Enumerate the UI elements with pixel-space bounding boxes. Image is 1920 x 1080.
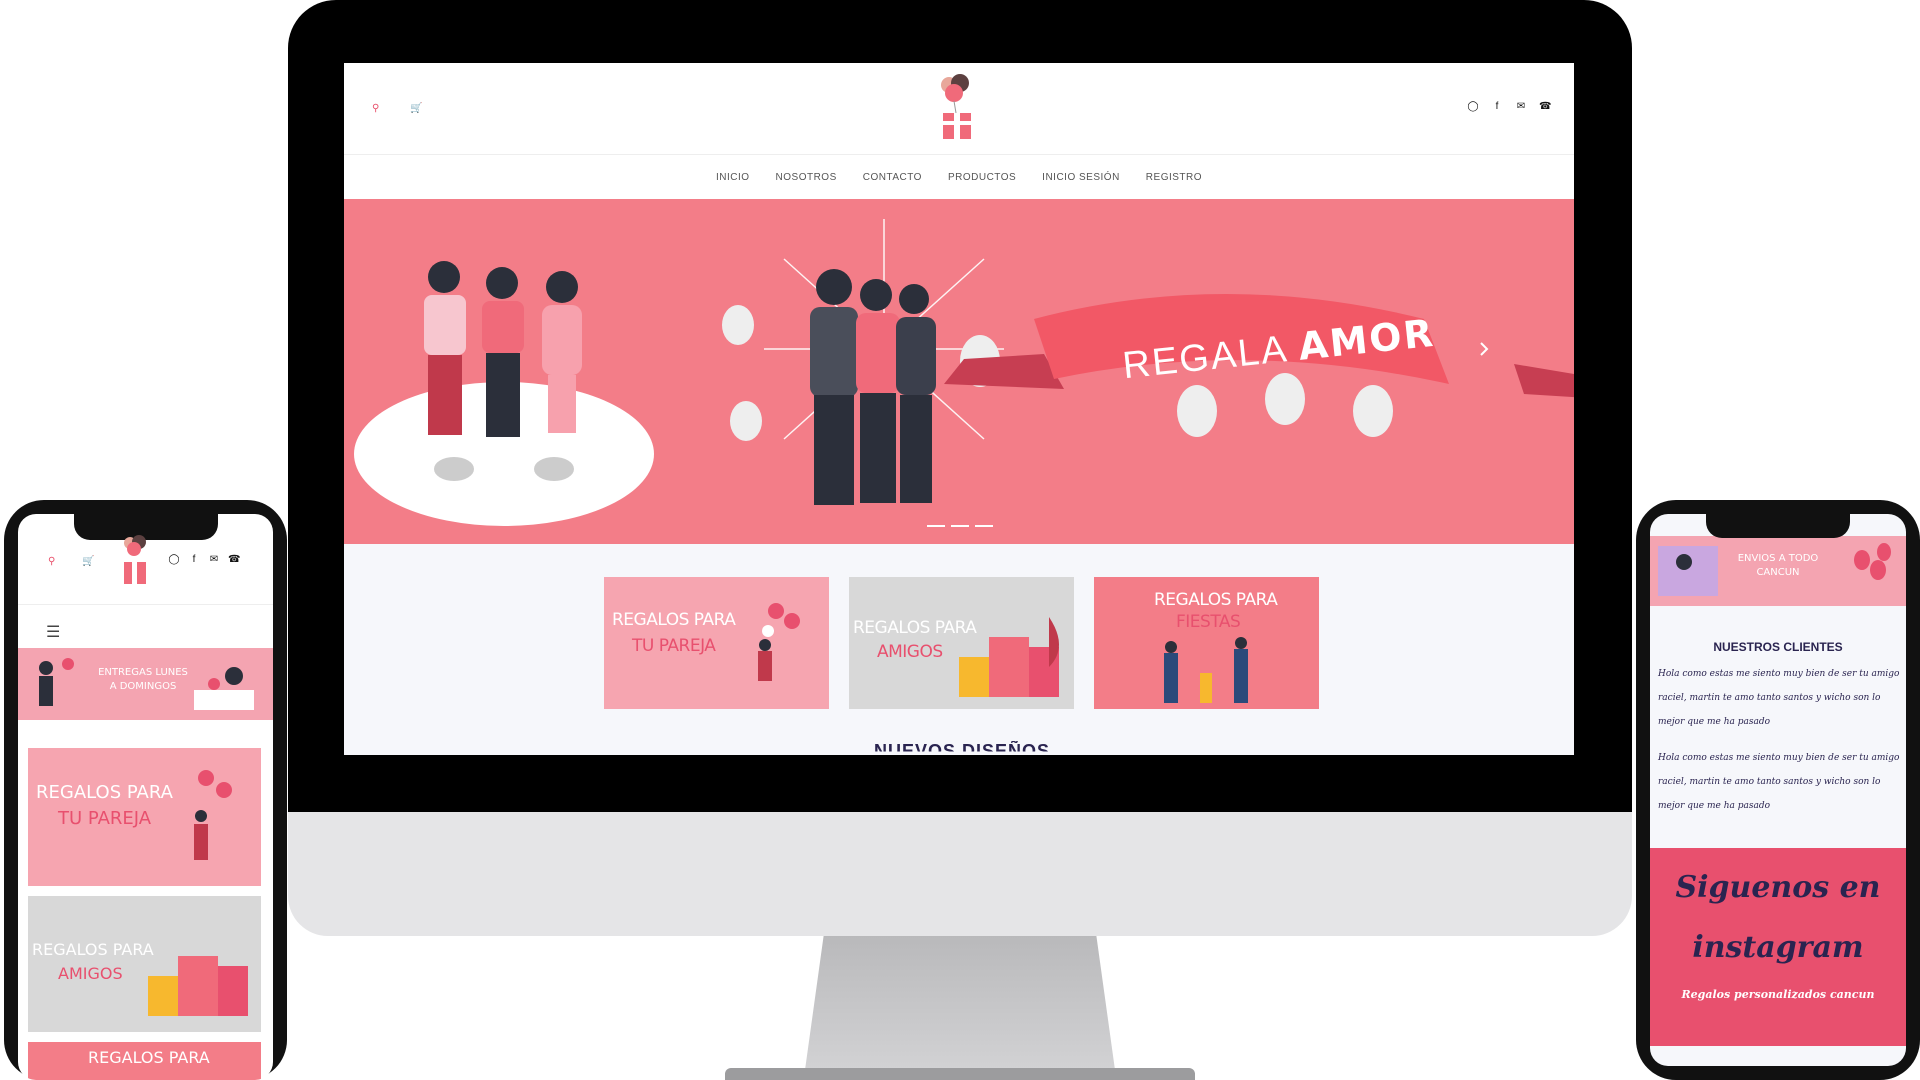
section-title-partial: NUEVOS DISEÑOS [874,741,1051,755]
left-phone-screen: ⚲ 🛒 ◯ f ✉ ☎ ☰ ENTREGAS LUNES A DOMINGOS … [18,514,273,1080]
monitor-stand [805,936,1115,1070]
card-title-line1: REGALOS PARA [612,610,736,630]
mail-icon[interactable]: ✉ [1515,101,1527,113]
promo-banner: ENVIOS A TODO CANCUN [1650,536,1906,606]
card-tu-pareja[interactable]: REGALOS PARA TU PAREJA [604,577,829,709]
nav-inicio[interactable]: INICIO [716,172,750,183]
nav-inicio-sesion[interactable]: INICIO SESIÓN [1042,172,1120,183]
hero-carousel[interactable]: REGALA AMOR [344,199,1574,544]
facebook-icon[interactable]: f [1491,101,1503,113]
card-tu-pareja[interactable]: REGALOS PARA TU PAREJA [28,748,261,886]
promo-banner: ENTREGAS LUNES A DOMINGOS [18,648,273,720]
card-title-line1: REGALOS PARA [88,1048,210,1067]
facebook-icon[interactable]: f [188,554,200,566]
testimonial: Hola como estas me siento muy bien de se… [1658,753,1900,811]
instagram-icon[interactable]: ◯ [168,554,180,566]
whatsapp-icon[interactable]: ☎ [1539,101,1551,113]
search-icon[interactable]: ⚲ [372,103,379,114]
card-illustration [758,603,800,681]
whatsapp-icon[interactable]: ☎ [228,554,240,566]
card-title-line1: REGALOS PARA [32,940,154,959]
testimonial: Hola como estas me siento muy bien de se… [1658,669,1900,727]
logo[interactable] [934,73,980,143]
instagram-icon[interactable]: ◯ [1467,101,1479,113]
card-illustration [194,770,232,860]
nav-registro[interactable]: REGISTRO [1146,172,1202,183]
banner-line2: CANCUN [1756,567,1800,578]
banner-line1: ENVIOS A TODO [1737,553,1819,564]
desktop-screen: ⚲ 🛒 ◯ f ✉ ☎ INICIO NOSOTROS CONTACTO PRO… [344,63,1574,755]
instagram-heading-line1: Siguenos en [1675,870,1881,905]
card-title-line2: TU PAREJA [632,636,716,656]
hamburger-menu-icon[interactable]: ☰ [46,622,60,642]
banner-line2: A DOMINGOS [109,681,177,692]
nav-contacto[interactable]: CONTACTO [863,172,922,183]
card-illustration [1164,637,1248,703]
category-cards: REGALOS PARA TU PAREJA REGALOS PARA AMIG… [604,577,1319,709]
cart-icon[interactable]: 🛒 [82,556,94,567]
nav-productos[interactable]: PRODUCTOS [948,172,1016,183]
monitor-foot [725,1068,1195,1080]
nav-nosotros[interactable]: NOSOTROS [776,172,837,183]
clients-title: NUESTROS CLIENTES [1713,640,1843,654]
phone-notch [1706,514,1850,538]
card-title-line2: FIESTAS [1176,612,1241,632]
banner-text: ENTREGAS LUNES A DOMINGOS [88,666,198,694]
social-links: ◯ f ✉ ☎ [168,554,240,566]
banner-line1: ENTREGAS LUNES [98,667,188,678]
card-fiestas[interactable]: REGALOS PARA FIESTAS [1094,577,1319,709]
card-title-line2: AMIGOS [58,964,123,983]
social-links: ◯ f ✉ ☎ [1467,101,1551,113]
site-header: ⚲ 🛒 ◯ f ✉ ☎ [344,63,1574,155]
card-illustration [148,956,248,1016]
banner-text: ENVIOS A TODO CANCUN [1728,552,1828,580]
card-title-line2: AMIGOS [877,642,943,662]
main-nav: INICIO NOSOTROS CONTACTO PRODUCTOS INICI… [344,155,1574,199]
search-icon[interactable]: ⚲ [48,556,55,567]
logo[interactable] [120,534,150,586]
card-amigos[interactable]: REGALOS PARA AMIGOS [849,577,1074,709]
card-illustration [959,617,1059,697]
card-amigos[interactable]: REGALOS PARA AMIGOS [28,896,261,1032]
cart-icon[interactable]: 🛒 [410,103,422,114]
monitor-chin [288,812,1632,936]
instagram-section: Siguenos en instagram Regalos personaliz… [1650,848,1906,1046]
right-phone-screen: ENVIOS A TODO CANCUN NUESTROS CLIENTES H… [1650,514,1906,1066]
card-fiestas[interactable]: REGALOS PARA [28,1042,261,1080]
divider [18,604,273,605]
hero-illustration [354,219,1574,527]
card-title-line1: REGALOS PARA [36,782,173,803]
instagram-heading-line2[interactable]: instagram [1650,930,1906,965]
instagram-subtitle: Regalos personalizados cancun [1681,988,1875,1001]
card-title-line2: TU PAREJA [58,808,152,829]
card-title-line1: REGALOS PARA [1154,590,1278,610]
mail-icon[interactable]: ✉ [208,554,220,566]
